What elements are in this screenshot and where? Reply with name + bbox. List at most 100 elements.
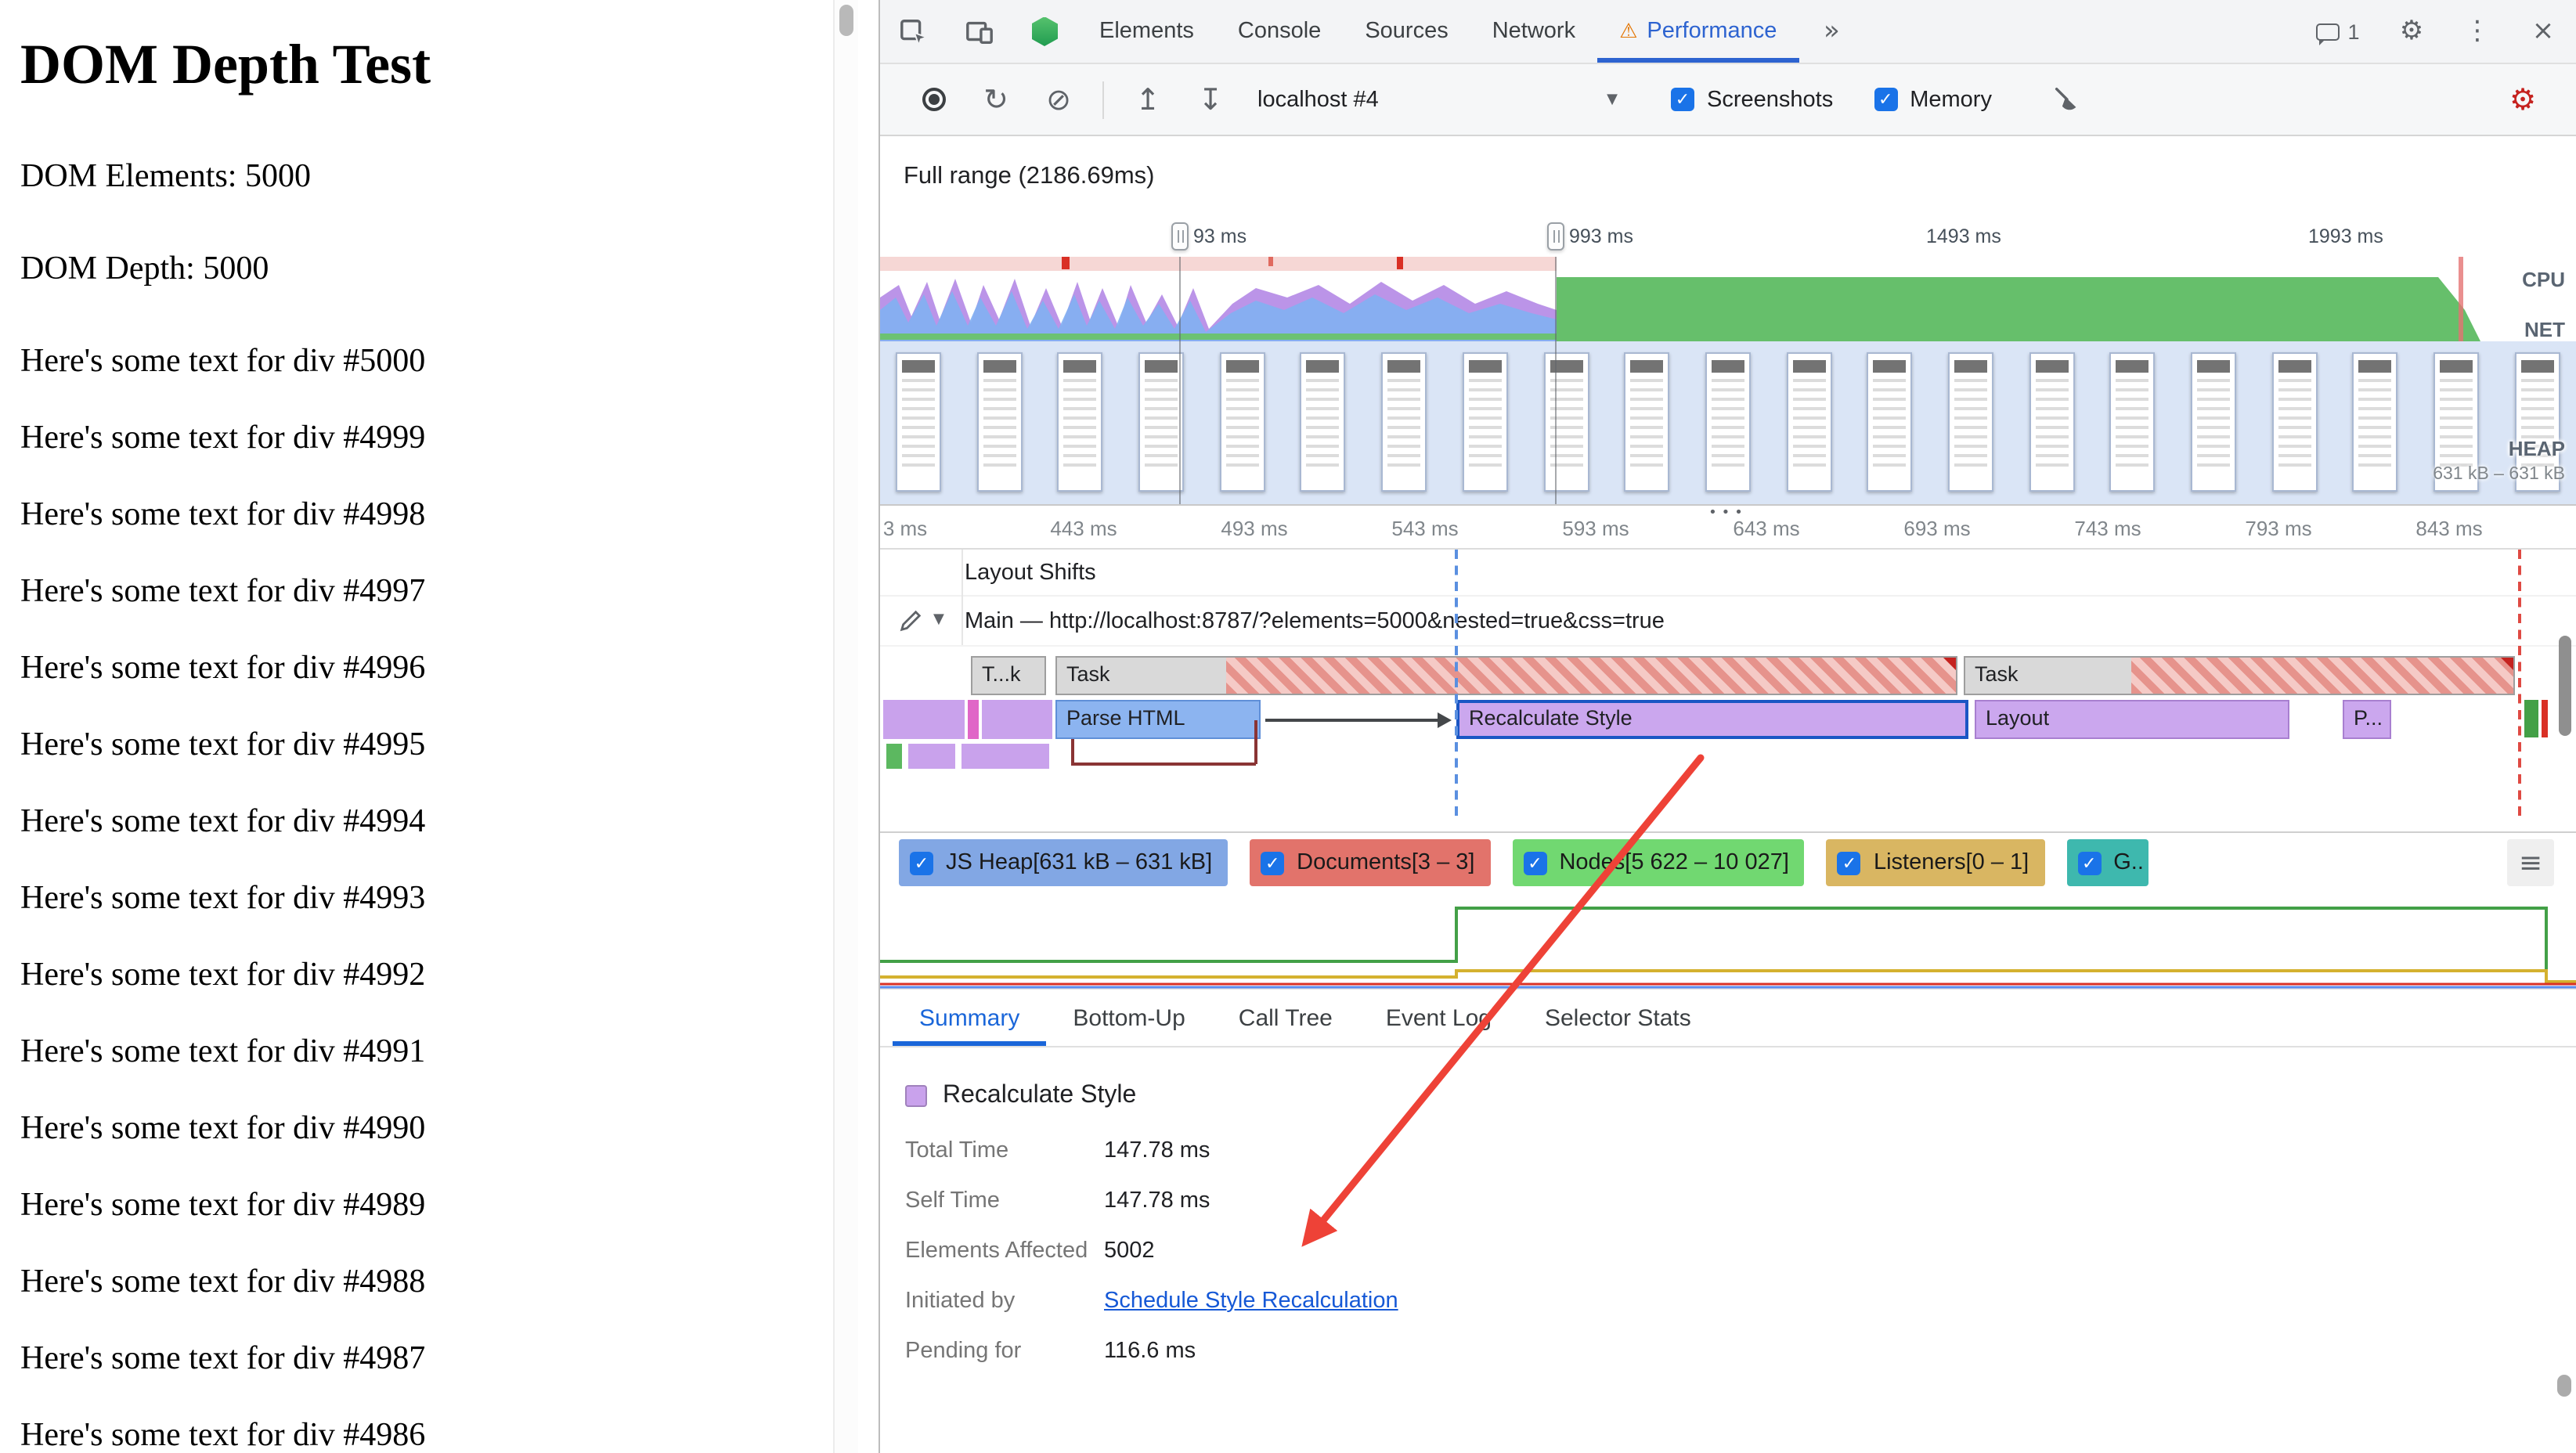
screenshot-thumbnail[interactable] xyxy=(1138,352,1184,492)
summary-scrollbar-thumb[interactable] xyxy=(2557,1375,2571,1397)
tab-performance[interactable]: ⚠ Performance xyxy=(1597,0,1799,63)
tab-call-tree[interactable]: Call Tree xyxy=(1212,990,1359,1046)
settings-gear-icon[interactable]: ⚙ xyxy=(2379,0,2444,63)
list-item: Here's some text for div #4992 xyxy=(20,955,832,994)
event-fragment[interactable] xyxy=(883,700,965,739)
legend-gpu-memory-clipped[interactable]: ✓ G.. xyxy=(2066,839,2148,886)
task-event-clipped[interactable]: T...k xyxy=(971,656,1046,695)
tab-network[interactable]: Network xyxy=(1470,0,1597,63)
screenshot-thumbnail[interactable] xyxy=(2029,352,2074,492)
load-profile-button[interactable]: ↥ xyxy=(1117,73,1179,126)
screenshot-thumbnail[interactable] xyxy=(1867,352,1913,492)
memory-checkbox[interactable]: ✓ xyxy=(1874,88,1897,111)
event-fragment[interactable] xyxy=(886,744,902,769)
event-fragment[interactable] xyxy=(968,700,979,739)
long-task-marker-line xyxy=(2518,550,2521,816)
inspect-element-icon[interactable] xyxy=(880,0,946,63)
event-fragment[interactable] xyxy=(982,700,1052,739)
documents-checkbox[interactable]: ✓ xyxy=(1261,851,1284,874)
screenshot-thumbnail[interactable] xyxy=(2191,352,2236,492)
listeners-checkbox[interactable]: ✓ xyxy=(1838,851,1861,874)
main-thread-track-header[interactable]: ▼ Main — http://localhost:8787/?elements… xyxy=(880,597,2576,647)
close-devtools-icon[interactable]: × xyxy=(2510,0,2576,63)
recording-history-select[interactable]: localhost #4 ▼ xyxy=(1242,76,1630,123)
tracks-area: Layout Shifts ▼ Main — http://localhost:… xyxy=(880,550,2576,833)
window-right-handle[interactable] xyxy=(1547,222,1564,251)
more-tabs-icon[interactable]: » xyxy=(1799,0,1864,63)
long-task-stripes xyxy=(2131,658,2513,694)
memory-label: Memory xyxy=(1910,87,1992,112)
layout-event[interactable]: Layout xyxy=(1975,700,2289,739)
timeline-overview[interactable]: 93 ms 993 ms 1493 ms 1993 ms xyxy=(880,218,2576,506)
screenshots-toggle[interactable]: ✓ Screenshots xyxy=(1671,87,1833,112)
event-fragment[interactable] xyxy=(961,744,1049,769)
collect-garbage-button[interactable] xyxy=(2036,73,2098,126)
tab-label: Network xyxy=(1492,19,1575,44)
window-left-handle[interactable] xyxy=(1171,222,1189,251)
screenshot-thumbnail[interactable] xyxy=(1220,352,1265,492)
screenshot-thumbnail[interactable] xyxy=(2353,352,2398,492)
issues-counter[interactable]: 1 xyxy=(2297,0,2379,63)
screenshot-thumbnail[interactable] xyxy=(1624,352,1669,492)
summary-row-elements-affected: Elements Affected 5002 xyxy=(905,1238,2576,1289)
legend-nodes[interactable]: ✓ Nodes[5 622 – 10 027] xyxy=(1512,839,1804,886)
screenshot-thumbnail[interactable] xyxy=(1543,352,1589,492)
recalculate-style-event[interactable]: Recalculate Style xyxy=(1456,700,1968,739)
list-item: Here's some text for div #4987 xyxy=(20,1339,832,1378)
screenshot-thumbnail[interactable] xyxy=(2271,352,2317,492)
reload-and-record-button[interactable]: ↻ xyxy=(965,73,1027,126)
tab-sources[interactable]: Sources xyxy=(1343,0,1470,63)
axis-label: 843 ms xyxy=(2415,517,2482,540)
tab-console[interactable]: Console xyxy=(1216,0,1343,63)
long-task-event[interactable]: Task xyxy=(1964,656,2515,695)
record-button[interactable] xyxy=(902,73,965,126)
save-profile-button[interactable]: ↧ xyxy=(1179,73,1242,126)
page-scrollbar-thumb[interactable] xyxy=(839,5,853,36)
memory-toggle[interactable]: ✓ Memory xyxy=(1874,87,1992,112)
screenshot-thumbnail[interactable] xyxy=(1786,352,1831,492)
page-scrollbar[interactable] xyxy=(833,0,858,1453)
tab-event-log[interactable]: Event Log xyxy=(1359,990,1518,1046)
legend-documents[interactable]: ✓ Documents[3 – 3] xyxy=(1250,839,1490,886)
screenshot-thumbnail[interactable] xyxy=(1463,352,1508,492)
tab-selector-stats[interactable]: Selector Stats xyxy=(1518,990,1718,1046)
memory-legend-menu-icon[interactable]: ≡ xyxy=(2507,839,2554,886)
parse-html-event[interactable]: Parse HTML xyxy=(1055,700,1261,739)
edit-track-icon[interactable] xyxy=(899,609,922,640)
extension-hexagon-icon[interactable] xyxy=(1012,0,1077,63)
screenshot-thumbnail[interactable] xyxy=(1948,352,1993,492)
tab-summary[interactable]: Summary xyxy=(893,990,1046,1046)
devtools-scrollbar-thumb[interactable] xyxy=(2559,636,2571,736)
event-fragment[interactable] xyxy=(908,744,955,769)
screenshot-thumbnail[interactable] xyxy=(2110,352,2156,492)
gpu-memory-checkbox[interactable]: ✓ xyxy=(2077,851,2101,874)
screenshot-thumbnail[interactable] xyxy=(1058,352,1103,492)
more-options-icon[interactable]: ⋮ xyxy=(2444,0,2510,63)
screenshots-checkbox[interactable]: ✓ xyxy=(1671,88,1694,111)
flame-chart: T...k Task Task Parse HTML Recalculate S… xyxy=(880,647,2576,833)
legend-listeners[interactable]: ✓ Listeners[0 – 1] xyxy=(1827,839,2044,886)
screenshot-thumbnail[interactable] xyxy=(1381,352,1427,492)
device-toolbar-icon[interactable] xyxy=(946,0,1012,63)
nodes-checkbox[interactable]: ✓ xyxy=(1523,851,1546,874)
event-fragment[interactable] xyxy=(2542,700,2548,737)
screenshot-thumbnail[interactable] xyxy=(1705,352,1751,492)
legend-js-heap[interactable]: ✓ JS Heap[631 kB – 631 kB] xyxy=(899,839,1228,886)
screenshot-thumbnail[interactable] xyxy=(1301,352,1346,492)
dom-depth-stat: DOM Depth: 5000 xyxy=(20,249,832,288)
collapse-track-icon[interactable]: ▼ xyxy=(933,612,944,628)
paint-event-clipped[interactable]: P... xyxy=(2343,700,2391,739)
tab-bottom-up[interactable]: Bottom-Up xyxy=(1046,990,1211,1046)
cpu-overview-chart xyxy=(880,257,2576,341)
layout-shifts-track[interactable]: Layout Shifts xyxy=(880,550,2576,597)
screenshot-thumbnail[interactable] xyxy=(896,352,941,492)
capture-settings-gear-icon[interactable]: ⚙ xyxy=(2491,73,2554,126)
screenshot-thumbnail[interactable] xyxy=(976,352,1022,492)
cpu-track-label: CPU xyxy=(2522,268,2565,291)
js-heap-checkbox[interactable]: ✓ xyxy=(910,851,933,874)
initiator-link[interactable]: Schedule Style Recalculation xyxy=(1104,1289,1398,1314)
event-fragment[interactable] xyxy=(2524,700,2538,737)
tab-elements[interactable]: Elements xyxy=(1077,0,1216,63)
long-task-event[interactable]: Task xyxy=(1055,656,1957,695)
clear-recording-button[interactable]: ⊘ xyxy=(1027,73,1090,126)
